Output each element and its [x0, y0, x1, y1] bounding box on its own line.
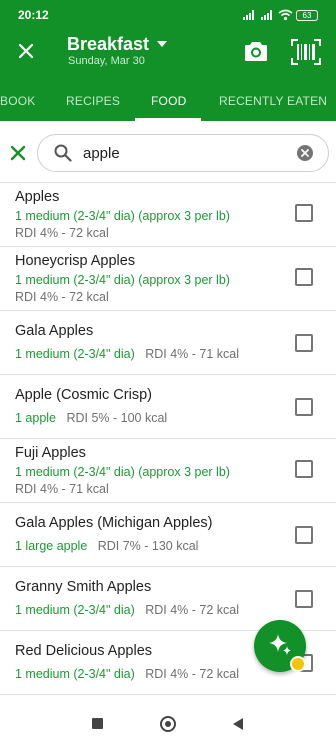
back-icon[interactable] [232, 717, 244, 731]
list-item[interactable]: Gala Apples (Michigan Apples) 1 large ap… [0, 503, 336, 567]
signal-icon-2 [261, 10, 272, 20]
food-serving: 1 medium (2-3/4" dia) [15, 667, 135, 681]
food-name: Red Delicious Apples [15, 643, 153, 659]
select-checkbox[interactable] [295, 460, 313, 478]
list-item[interactable]: Apples 1 medium (2-3/4" dia) (approx 3 p… [0, 183, 336, 247]
camera-icon[interactable] [244, 40, 268, 62]
food-name: Granny Smith Apples [15, 579, 152, 595]
clear-search-icon[interactable] [297, 145, 313, 161]
list-item[interactable]: Gala Apples 1 medium (2-3/4" dia) RDI 4%… [0, 311, 336, 375]
food-nutrition: RDI 5% - 100 kcal [66, 411, 168, 425]
recent-apps-icon[interactable] [92, 718, 103, 729]
select-checkbox[interactable] [295, 268, 313, 286]
list-item[interactable]: Honeycrisp Apples 1 medium (2-3/4" dia) … [0, 247, 336, 311]
search-input[interactable]: apple [37, 134, 329, 172]
chevron-down-icon[interactable] [157, 41, 167, 47]
food-name: Fuji Apples [15, 445, 86, 461]
food-details: 1 medium (2-3/4" dia) RDI 4% - 72 kcal [15, 603, 239, 617]
food-serving: 1 apple [15, 411, 57, 425]
search-row: apple [0, 121, 336, 183]
system-nav-bar [0, 700, 336, 747]
food-results-list: Apples 1 medium (2-3/4" dia) (approx 3 p… [0, 183, 336, 695]
sparkle-icon [269, 634, 291, 655]
battery-icon: 63 [296, 10, 318, 21]
search-query[interactable]: apple [83, 145, 120, 162]
food-serving: 1 large apple [15, 539, 88, 553]
food-nutrition: RDI 4% - 72 kcal [145, 603, 239, 617]
food-details: 1 large apple RDI 7% - 130 kcal [15, 539, 198, 553]
list-item[interactable]: Apple (Cosmic Crisp) 1 apple RDI 5% - 10… [0, 375, 336, 439]
meal-title[interactable]: Breakfast [67, 34, 149, 55]
food-serving: 1 medium (2-3/4" dia) (approx 3 per lb) [15, 273, 230, 287]
select-checkbox[interactable] [295, 204, 313, 222]
wifi-icon [278, 9, 293, 21]
select-checkbox[interactable] [295, 526, 313, 544]
status-bar: 20:12 63 [0, 0, 336, 30]
signal-icon [243, 10, 254, 20]
search-icon [54, 144, 72, 162]
food-serving: 1 medium (2-3/4" dia) [15, 603, 135, 617]
select-checkbox[interactable] [295, 590, 313, 608]
food-nutrition: RDI 4% - 72 kcal [145, 667, 239, 681]
food-serving: 1 medium (2-3/4" dia) (approx 3 per lb) [15, 465, 230, 479]
tab-bar: BOOK RECIPES FOOD RECENTLY EATEN [0, 88, 336, 121]
list-item[interactable]: Fuji Apples 1 medium (2-3/4" dia) (appro… [0, 439, 336, 503]
close-icon[interactable] [15, 40, 37, 62]
home-icon[interactable] [160, 716, 176, 732]
food-serving: 1 medium (2-3/4" dia) [15, 347, 135, 361]
meal-date: Sunday, Mar 30 [68, 55, 145, 67]
select-checkbox[interactable] [295, 398, 313, 416]
food-nutrition: RDI 4% - 72 kcal [15, 226, 109, 240]
food-name: Gala Apples (Michigan Apples) [15, 515, 213, 531]
food-name: Apple (Cosmic Crisp) [15, 387, 152, 403]
select-checkbox[interactable] [295, 334, 313, 352]
tab-book[interactable]: BOOK [0, 94, 35, 108]
food-serving: 1 medium (2-3/4" dia) (approx 3 per lb) [15, 209, 230, 223]
tab-food[interactable]: FOOD [151, 94, 186, 108]
food-nutrition: RDI 7% - 130 kcal [97, 539, 199, 553]
food-name: Gala Apples [15, 323, 94, 339]
food-details: 1 medium (2-3/4" dia) RDI 4% - 72 kcal [15, 667, 239, 681]
food-name: Honeycrisp Apples [15, 253, 136, 269]
premium-badge-icon [290, 656, 306, 672]
food-details: 1 medium (2-3/4" dia) RDI 4% - 71 kcal [15, 347, 239, 361]
food-nutrition: RDI 4% - 71 kcal [15, 482, 109, 496]
food-name: Apples [15, 189, 60, 205]
close-icon[interactable] [10, 145, 26, 161]
food-details: 1 apple RDI 5% - 100 kcal [15, 411, 167, 425]
food-nutrition: RDI 4% - 71 kcal [145, 347, 239, 361]
tab-recipes[interactable]: RECIPES [66, 94, 120, 108]
food-nutrition: RDI 4% - 72 kcal [15, 290, 109, 304]
tab-recently-eaten[interactable]: RECENTLY EATEN [219, 94, 327, 108]
status-time: 20:12 [18, 8, 49, 22]
barcode-scan-icon[interactable] [291, 39, 321, 65]
